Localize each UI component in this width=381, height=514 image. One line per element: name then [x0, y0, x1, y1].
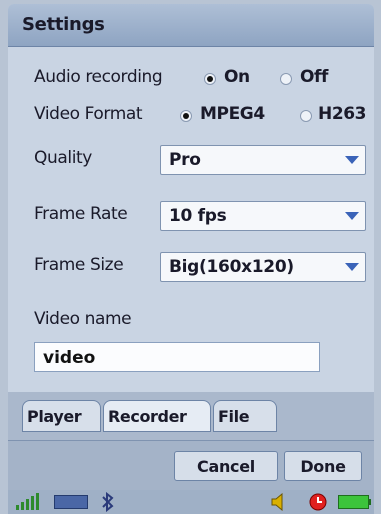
frame-rate-value: 10 fps	[169, 206, 227, 226]
alarm-clock-icon[interactable]	[308, 492, 328, 512]
audio-off-radio[interactable]	[280, 73, 292, 85]
quality-select[interactable]: Pro	[160, 145, 366, 175]
video-name-field[interactable]	[34, 342, 320, 372]
tab-bar: Player Recorder File	[8, 392, 374, 440]
window-title: Settings	[22, 14, 105, 35]
title-bar: Settings	[8, 4, 374, 47]
status-bar	[8, 490, 374, 514]
bluetooth-icon[interactable]	[100, 492, 116, 512]
speaker-icon[interactable]	[270, 493, 286, 511]
quality-label: Quality	[34, 148, 92, 168]
battery-icon	[338, 495, 371, 509]
format-h263-label[interactable]: H263	[318, 104, 367, 124]
signal-strength-icon	[16, 490, 42, 514]
cancel-button[interactable]: Cancel	[174, 451, 278, 481]
audio-recording-label: Audio recording	[34, 67, 163, 87]
chevron-down-icon	[345, 156, 359, 164]
audio-on-radio[interactable]	[204, 73, 216, 85]
frame-size-label: Frame Size	[34, 255, 124, 275]
video-format-label: Video Format	[34, 104, 143, 124]
audio-on-label[interactable]: On	[224, 67, 250, 87]
frame-size-value: Big(160x120)	[169, 257, 294, 277]
video-name-label: Video name	[34, 309, 132, 329]
format-mpeg4-label[interactable]: MPEG4	[200, 104, 265, 124]
chevron-down-icon	[345, 263, 359, 271]
format-h263-radio[interactable]	[300, 110, 312, 122]
settings-window: Settings Audio recording On Off Video Fo…	[8, 4, 374, 514]
settings-form: Audio recording On Off Video Format MPEG…	[8, 47, 374, 392]
format-mpeg4-radio[interactable]	[180, 110, 192, 122]
done-button[interactable]: Done	[284, 451, 362, 481]
quality-value: Pro	[169, 150, 201, 170]
frame-size-select[interactable]: Big(160x120)	[160, 252, 366, 282]
audio-off-label[interactable]: Off	[300, 67, 328, 87]
tab-recorder[interactable]: Recorder	[103, 400, 211, 432]
tab-player[interactable]: Player	[22, 400, 101, 432]
frame-rate-label: Frame Rate	[34, 204, 128, 224]
keyboard-icon[interactable]	[54, 495, 88, 509]
frame-rate-select[interactable]: 10 fps	[160, 201, 366, 231]
video-name-input[interactable]	[41, 344, 305, 372]
button-bar: Cancel Done	[8, 440, 374, 491]
chevron-down-icon	[345, 212, 359, 220]
tab-file[interactable]: File	[213, 400, 277, 432]
